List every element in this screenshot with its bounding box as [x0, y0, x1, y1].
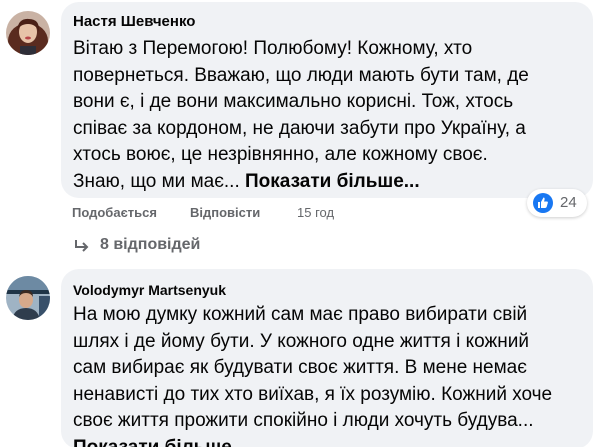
comment-line: сам вибирає як будувати своє життя. В ме… [73, 357, 527, 378]
comment-2: Volodymyr Martsenyuk На мою думку кожний… [0, 0, 600, 447]
comment-text: На мою думку кожний сам має право вибира… [73, 302, 552, 447]
comment-line: шлях і де йому бути. У кожного одне житт… [73, 330, 529, 352]
comment-line: своє життя прожити спокійно і люди хочут… [73, 410, 534, 431]
comment-line: На мою думку кожний сам має право вибира… [73, 304, 528, 325]
show-more-link[interactable]: Показати більше [73, 435, 552, 447]
comment-line: ненависті до тих хто виїхав, я їх розумі… [73, 383, 553, 405]
comment-author[interactable]: Volodymyr Martsenyuk [73, 282, 226, 298]
avatar[interactable] [6, 276, 50, 320]
user-photo-man-icon [6, 276, 50, 320]
